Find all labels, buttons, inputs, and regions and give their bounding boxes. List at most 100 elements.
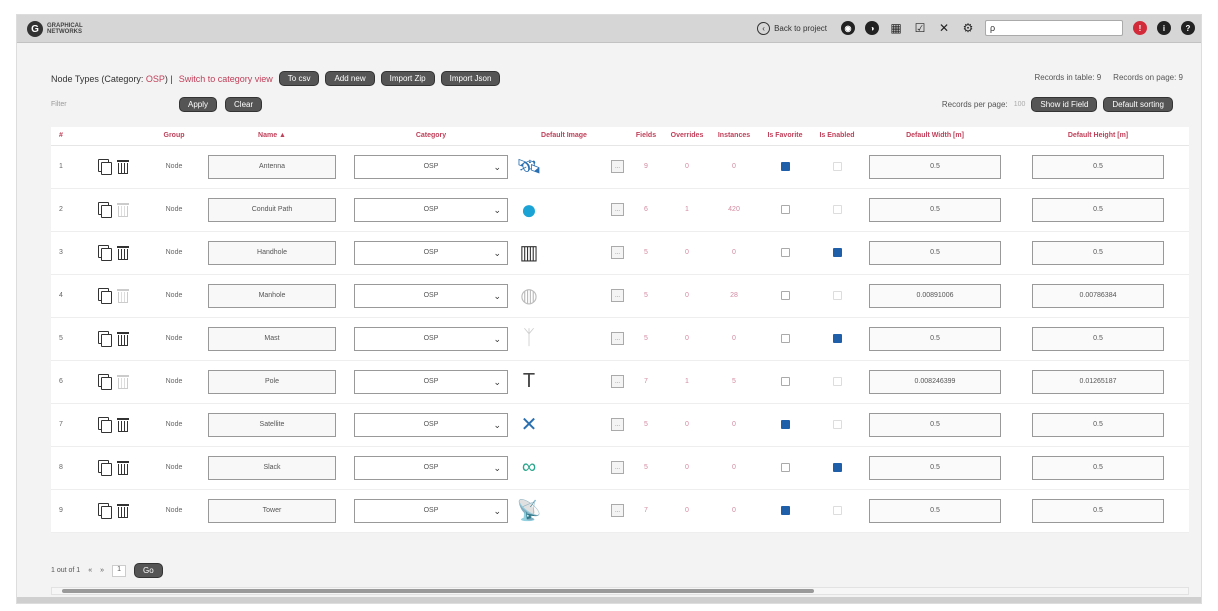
delete-icon[interactable] bbox=[116, 331, 129, 346]
row-overrides[interactable]: 1 bbox=[665, 188, 709, 232]
copy-icon[interactable] bbox=[97, 245, 112, 261]
row-instances[interactable]: 420 bbox=[709, 188, 759, 232]
name-input[interactable]: Tower bbox=[208, 498, 336, 523]
enabled-checkbox[interactable] bbox=[832, 248, 842, 257]
rpp-input[interactable]: 100 bbox=[1014, 101, 1026, 108]
gear-icon[interactable]: ⚙ bbox=[961, 21, 975, 35]
width-input[interactable]: 0.5 bbox=[869, 197, 1001, 222]
col-name[interactable]: Name ▲ bbox=[199, 127, 345, 146]
enabled-checkbox[interactable] bbox=[832, 162, 842, 171]
copy-icon[interactable] bbox=[97, 374, 112, 390]
prev-page-button[interactable]: « bbox=[88, 567, 92, 574]
overlay-icon[interactable]: ◑ bbox=[865, 21, 879, 35]
name-input[interactable]: Manhole bbox=[208, 283, 336, 308]
name-input[interactable]: Satellite bbox=[208, 412, 336, 437]
help-icon[interactable]: ? bbox=[1181, 21, 1195, 35]
height-input[interactable]: 0.5 bbox=[1032, 498, 1164, 523]
row-instances[interactable]: 0 bbox=[709, 446, 759, 490]
delete-icon[interactable] bbox=[116, 503, 129, 518]
copy-icon[interactable] bbox=[97, 460, 112, 476]
favorite-checkbox[interactable] bbox=[780, 506, 790, 515]
database-icon[interactable]: ▦ bbox=[889, 21, 903, 35]
row-fields[interactable]: 5 bbox=[627, 274, 665, 318]
favorite-checkbox[interactable] bbox=[780, 377, 790, 386]
row-fields[interactable]: 5 bbox=[627, 317, 665, 361]
col-overrides[interactable]: Overrides bbox=[665, 127, 709, 146]
height-input[interactable]: 0.5 bbox=[1032, 197, 1164, 222]
scrollbar-thumb[interactable] bbox=[62, 589, 814, 593]
row-fields[interactable]: 6 bbox=[627, 188, 665, 232]
row-fields[interactable]: 9 bbox=[627, 145, 665, 189]
image-picker-button[interactable]: ... bbox=[611, 160, 624, 173]
enabled-checkbox[interactable] bbox=[832, 291, 842, 300]
row-overrides[interactable]: 0 bbox=[665, 145, 709, 189]
row-overrides[interactable]: 0 bbox=[665, 489, 709, 533]
row-overrides[interactable]: 0 bbox=[665, 446, 709, 490]
width-input[interactable]: 0.5 bbox=[869, 455, 1001, 480]
col-is-enabled[interactable]: Is Enabled bbox=[811, 127, 863, 146]
favorite-checkbox[interactable] bbox=[780, 291, 790, 300]
name-input[interactable]: Handhole bbox=[208, 240, 336, 265]
width-input[interactable]: 0.00891006 bbox=[869, 283, 1001, 308]
name-input[interactable]: Mast bbox=[208, 326, 336, 351]
col-default-image[interactable]: Default Image bbox=[517, 127, 611, 146]
tools-icon[interactable]: ✕ bbox=[937, 21, 951, 35]
category-select[interactable]: OSP ⌄ bbox=[354, 369, 508, 394]
name-input[interactable]: Conduit Path bbox=[208, 197, 336, 222]
enabled-checkbox[interactable] bbox=[832, 334, 842, 343]
switch-category-view-link[interactable]: Switch to category view bbox=[179, 74, 273, 84]
row-instances[interactable]: 0 bbox=[709, 231, 759, 275]
row-instances[interactable]: 0 bbox=[709, 489, 759, 533]
col-instances[interactable]: Instances bbox=[709, 127, 759, 146]
col-fields[interactable]: Fields bbox=[627, 127, 665, 146]
category-select[interactable]: OSP ⌄ bbox=[354, 455, 508, 480]
import-json-button[interactable]: Import Json bbox=[440, 71, 501, 86]
height-input[interactable]: 0.5 bbox=[1032, 154, 1164, 179]
info-icon[interactable]: i bbox=[1157, 21, 1171, 35]
row-instances[interactable]: 5 bbox=[709, 360, 759, 404]
width-input[interactable]: 0.5 bbox=[869, 154, 1001, 179]
page-number-input[interactable]: 1 bbox=[112, 564, 127, 577]
name-input[interactable]: Pole bbox=[208, 369, 336, 394]
col-category[interactable]: Category bbox=[345, 127, 517, 146]
row-overrides[interactable]: 1 bbox=[665, 360, 709, 404]
favorite-checkbox[interactable] bbox=[780, 463, 790, 472]
add-new-button[interactable]: Add new bbox=[325, 71, 375, 86]
clear-button[interactable]: Clear bbox=[225, 97, 263, 112]
favorite-checkbox[interactable] bbox=[780, 248, 790, 257]
logo[interactable]: G GRAPHICAL NETWORKS bbox=[27, 21, 95, 37]
favorite-checkbox[interactable] bbox=[780, 162, 790, 171]
delete-icon[interactable] bbox=[116, 159, 129, 174]
category-select[interactable]: OSP ⌄ bbox=[354, 283, 508, 308]
height-input[interactable]: 0.5 bbox=[1032, 455, 1164, 480]
col-default-width[interactable]: Default Width [m] bbox=[863, 127, 1007, 146]
row-fields[interactable]: 7 bbox=[627, 489, 665, 533]
category-select[interactable]: OSP ⌄ bbox=[354, 326, 508, 351]
row-fields[interactable]: 5 bbox=[627, 446, 665, 490]
row-overrides[interactable]: 0 bbox=[665, 403, 709, 447]
enabled-checkbox[interactable] bbox=[832, 205, 842, 214]
row-instances[interactable]: 0 bbox=[709, 403, 759, 447]
default-sorting-button[interactable]: Default sorting bbox=[1103, 97, 1173, 112]
to-csv-button[interactable]: To csv bbox=[278, 71, 320, 86]
image-picker-button[interactable]: ... bbox=[611, 246, 624, 259]
row-fields[interactable]: 7 bbox=[627, 360, 665, 404]
row-fields[interactable]: 5 bbox=[627, 403, 665, 447]
copy-icon[interactable] bbox=[97, 331, 112, 347]
filter-input[interactable]: Filter bbox=[51, 101, 179, 108]
name-input[interactable]: Antenna bbox=[208, 154, 336, 179]
copy-icon[interactable] bbox=[97, 288, 112, 304]
category-select[interactable]: OSP ⌄ bbox=[354, 197, 508, 222]
copy-icon[interactable] bbox=[97, 202, 112, 218]
checklist-icon[interactable]: ☑ bbox=[913, 21, 927, 35]
col-default-height[interactable]: Default Height [m] bbox=[1007, 127, 1189, 146]
category-select[interactable]: OSP ⌄ bbox=[354, 154, 508, 179]
height-input[interactable]: 0.00786384 bbox=[1032, 283, 1164, 308]
next-page-button[interactable]: » bbox=[100, 567, 104, 574]
height-input[interactable]: 0.01265187 bbox=[1032, 369, 1164, 394]
col-is-favorite[interactable]: Is Favorite bbox=[759, 127, 811, 146]
image-picker-button[interactable]: ... bbox=[611, 461, 624, 474]
delete-icon[interactable] bbox=[116, 417, 129, 432]
globe-icon[interactable]: ◉ bbox=[841, 21, 855, 35]
width-input[interactable]: 0.5 bbox=[869, 240, 1001, 265]
